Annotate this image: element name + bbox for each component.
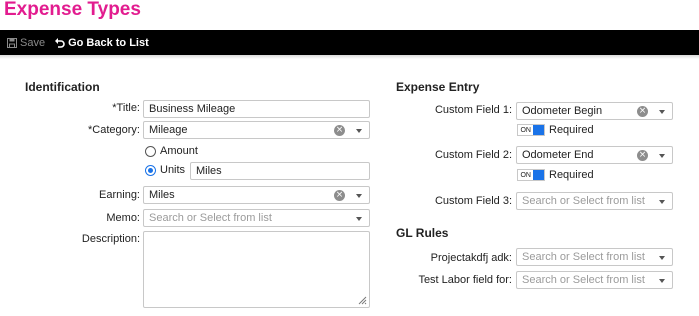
- page-title: Expense Types: [4, 0, 141, 20]
- units-value: Miles: [196, 165, 222, 177]
- memo-placeholder: Search or Select from list: [149, 212, 272, 224]
- toggle-on-text: ON: [520, 126, 531, 134]
- toggle-knob: [533, 125, 544, 135]
- earning-label: Earning:: [99, 189, 140, 201]
- toggle-on-text: ON: [520, 171, 531, 179]
- gl-rules-heading: GL Rules: [396, 226, 449, 240]
- earning-value: Miles: [149, 189, 175, 201]
- project-placeholder: Search or Select from list: [522, 251, 645, 263]
- custom-field-1-value: Odometer Begin: [522, 105, 603, 117]
- custom-field-2-select[interactable]: Odometer End: [516, 146, 673, 164]
- amount-option-label: Amount: [160, 145, 198, 157]
- custom-field-2-required-label: Required: [549, 169, 594, 181]
- custom-field-3-label: Custom Field 3:: [434, 195, 512, 207]
- test-labor-placeholder: Search or Select from list: [522, 274, 645, 286]
- custom-field-2-required-toggle[interactable]: ON: [517, 169, 545, 181]
- category-clear-icon[interactable]: ×: [334, 125, 345, 136]
- toolbar: Save Go Back to List: [0, 30, 699, 55]
- title-input[interactable]: Business Mileage: [143, 100, 370, 118]
- earning-chevron-down-icon[interactable]: [356, 194, 362, 198]
- description-label: Description:: [81, 233, 140, 245]
- title-value: Business Mileage: [149, 103, 236, 115]
- custom-field-2-clear-icon[interactable]: ×: [637, 150, 648, 161]
- units-option-label: Units: [160, 164, 186, 176]
- go-back-label: Go Back to List: [68, 36, 149, 49]
- memo-select[interactable]: Search or Select from list: [143, 209, 370, 227]
- custom-field-3-select[interactable]: Search or Select from list: [516, 192, 673, 210]
- project-chevron-down-icon[interactable]: [659, 256, 665, 260]
- project-label: Projectakdfj adk:: [430, 252, 512, 264]
- amount-radio[interactable]: [145, 146, 156, 157]
- custom-field-1-clear-icon[interactable]: ×: [637, 106, 648, 117]
- expense-entry-heading: Expense Entry: [396, 80, 480, 94]
- title-label: *Title:: [112, 102, 140, 114]
- test-labor-chevron-down-icon[interactable]: [659, 279, 665, 283]
- category-value: Mileage: [149, 124, 188, 136]
- category-label: *Category:: [88, 124, 140, 136]
- custom-field-2-chevron-down-icon[interactable]: [659, 154, 665, 158]
- test-labor-select[interactable]: Search or Select from list: [516, 271, 673, 289]
- custom-field-1-required-label: Required: [549, 124, 594, 136]
- toolbar-shadow: [0, 55, 699, 59]
- custom-field-1-chevron-down-icon[interactable]: [659, 110, 665, 114]
- identification-heading: Identification: [25, 80, 100, 94]
- resize-grip-icon[interactable]: [358, 296, 367, 305]
- memo-label: Memo:: [106, 212, 140, 224]
- memo-chevron-down-icon[interactable]: [356, 217, 362, 221]
- toggle-knob: [533, 170, 544, 180]
- save-label: Save: [20, 36, 46, 49]
- earning-clear-icon[interactable]: ×: [334, 190, 345, 201]
- units-radio[interactable]: [145, 165, 156, 176]
- test-labor-label: Test Labor field for:: [418, 274, 512, 286]
- custom-field-1-label: Custom Field 1:: [434, 104, 512, 116]
- description-textarea[interactable]: [143, 231, 370, 308]
- custom-field-2-value: Odometer End: [522, 149, 594, 161]
- custom-field-3-placeholder: Search or Select from list: [522, 195, 645, 207]
- save-icon: [7, 37, 17, 48]
- undo-arrow-icon: [55, 37, 65, 48]
- project-select[interactable]: Search or Select from list: [516, 248, 673, 266]
- custom-field-1-select[interactable]: Odometer Begin: [516, 102, 673, 120]
- custom-field-3-chevron-down-icon[interactable]: [659, 200, 665, 204]
- save-button[interactable]: Save: [7, 37, 45, 49]
- category-chevron-down-icon[interactable]: [356, 129, 362, 133]
- units-input[interactable]: Miles: [190, 162, 370, 180]
- go-back-button[interactable]: Go Back to List: [55, 37, 149, 49]
- custom-field-1-required-toggle[interactable]: ON: [517, 124, 545, 136]
- custom-field-2-label: Custom Field 2:: [434, 149, 512, 161]
